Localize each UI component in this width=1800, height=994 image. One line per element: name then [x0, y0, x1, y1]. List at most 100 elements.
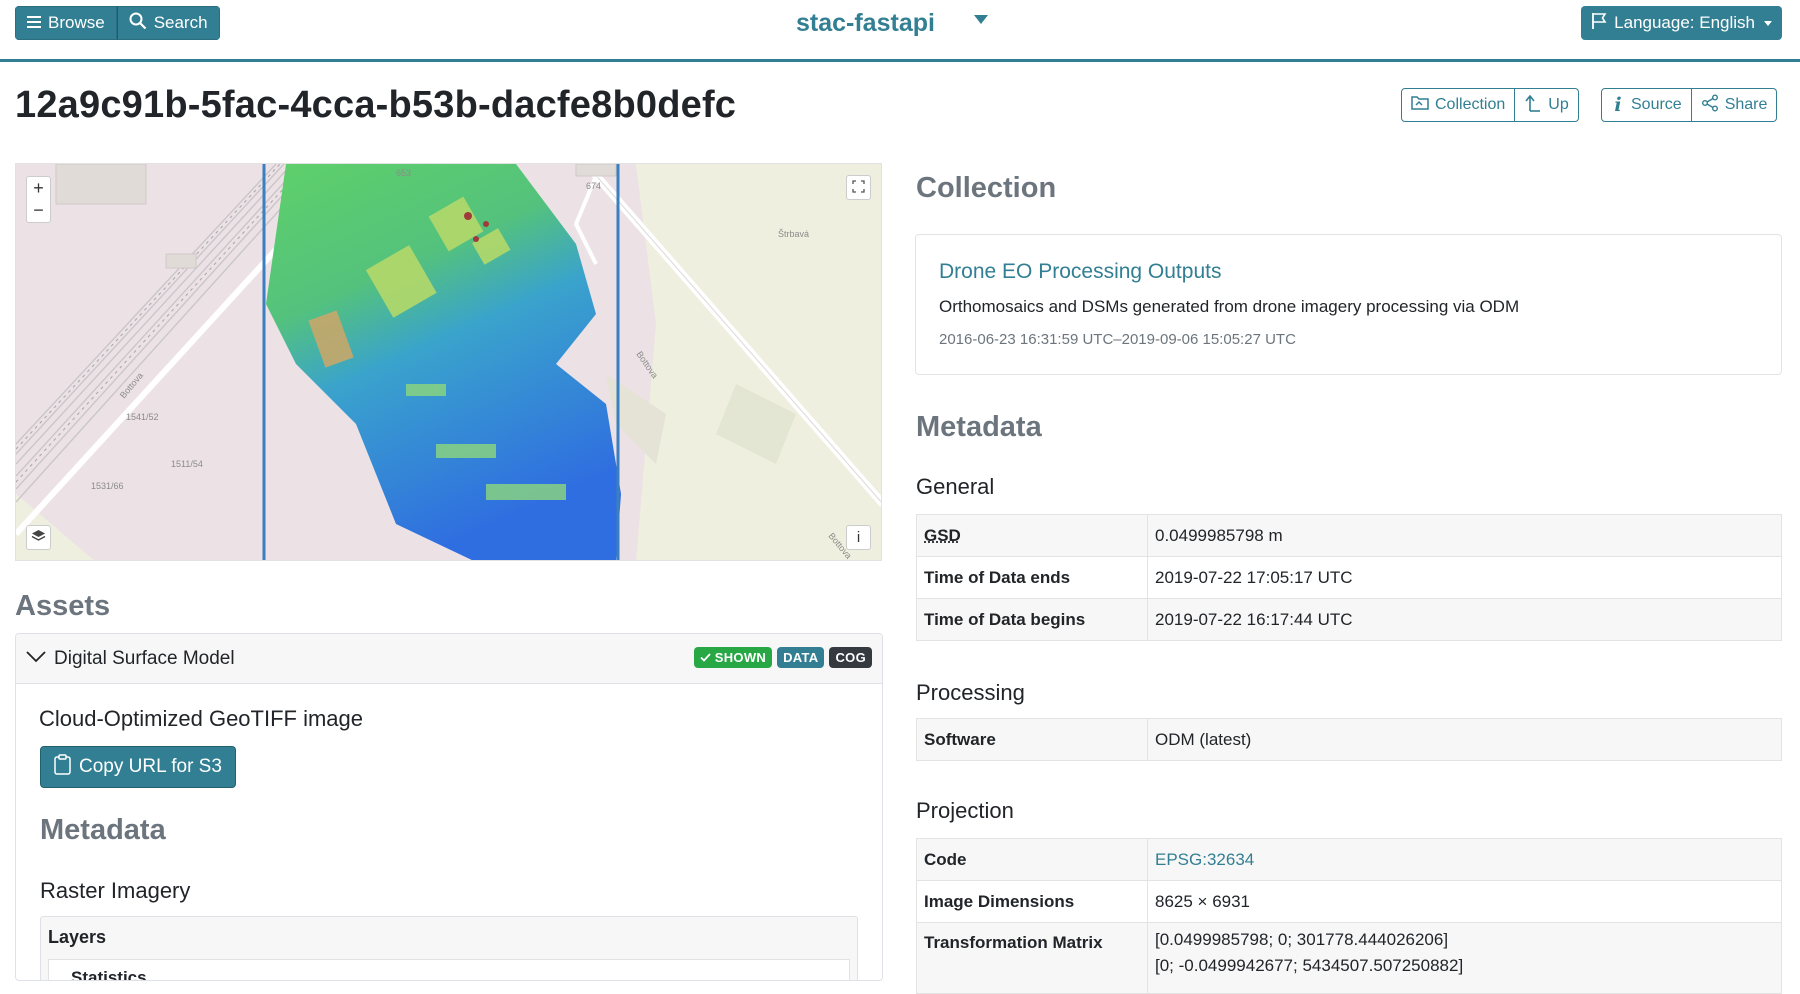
layers-inner-box: [48, 959, 850, 980]
map-view[interactable]: Štrbavá Bottova Bottova Bottova 653 674 …: [15, 163, 882, 561]
asset-metadata-heading: Metadata: [40, 814, 166, 846]
cog-badge: COG: [829, 647, 872, 668]
processing-table: Software ODM (latest): [916, 718, 1782, 761]
info-icon: i: [1614, 94, 1622, 116]
general-heading: General: [916, 474, 995, 499]
folder-icon: [1411, 95, 1429, 115]
matrix-row-2: [0; -0.0499942677; 5434507.507250882]: [1155, 956, 1464, 975]
share-nav-group: i Source Share: [1601, 88, 1778, 122]
map-label-parcel-3: 1541/52: [126, 412, 159, 422]
projection-heading: Projection: [916, 798, 1014, 823]
shown-badge[interactable]: SHOWN: [693, 647, 773, 668]
gsd-abbr: GSD: [924, 525, 961, 545]
up-label: Up: [1548, 96, 1569, 113]
shown-badge-label: SHOWN: [714, 650, 767, 665]
general-table: GSD 0.0499985798 m Time of Data ends 201…: [916, 514, 1782, 641]
asset-badges: SHOWN DATA COG: [693, 647, 872, 668]
time-end-key: Time of Data ends: [916, 556, 1148, 599]
assets-heading: Assets: [15, 590, 111, 622]
layers-button[interactable]: [26, 525, 51, 550]
data-role-badge: DATA: [777, 647, 825, 668]
share-button[interactable]: Share: [1691, 88, 1778, 122]
copy-url-s3-button[interactable]: Copy URL for S3: [40, 746, 236, 788]
menu-icon: [27, 13, 41, 33]
asset-title: Digital Surface Model: [54, 647, 235, 669]
collection-description: Orthomosaics and DSMs generated from dro…: [939, 297, 1520, 316]
statistics-label: Statistics: [71, 968, 147, 981]
collection-label: Collection: [1435, 96, 1506, 113]
collection-card: Drone EO Processing Outputs Orthomosaics…: [915, 234, 1782, 375]
table-row: Transformation Matrix [0.0499985798; 0; …: [916, 922, 1782, 994]
up-button[interactable]: Up: [1515, 88, 1579, 122]
projection-table: Code EPSG:32634 Image Dimensions 8625 × …: [916, 838, 1782, 994]
layers-label: Layers: [48, 927, 107, 947]
transformation-matrix-value: [0.0499985798; 0; 301778.444026206] [0; …: [1147, 922, 1782, 994]
software-value: ODM (latest): [1147, 718, 1782, 761]
clipboard-icon: [54, 753, 71, 781]
flag-icon: [1591, 12, 1607, 35]
chevron-down-icon: [1764, 20, 1772, 26]
map-label-parcel-2: 674: [586, 181, 601, 191]
table-row: GSD 0.0499985798 m: [916, 514, 1782, 557]
time-begin-key: Time of Data begins: [916, 598, 1148, 641]
asset-header[interactable]: Digital Surface Model SHOWN DATA COG: [16, 634, 882, 684]
table-row: Image Dimensions 8625 × 6931: [916, 880, 1782, 923]
code-key: Code: [916, 838, 1148, 881]
layers-icon: [31, 527, 46, 548]
attribution-info-button[interactable]: i: [846, 525, 871, 550]
fullscreen-button[interactable]: [846, 175, 871, 200]
source-button[interactable]: i Source: [1601, 88, 1692, 122]
browse-label: Browse: [48, 13, 105, 32]
asset-type-label: Cloud-Optimized GeoTIFF image: [39, 706, 363, 731]
map-label-parcel-5: 1531/66: [91, 481, 124, 491]
share-label: Share: [1724, 96, 1768, 113]
zoom-out-button[interactable]: −: [26, 199, 51, 223]
metadata-heading: Metadata: [916, 411, 1042, 443]
copy-url-label: Copy URL for S3: [79, 756, 222, 777]
collection-temporal-extent: 2016-06-23 16:31:59 UTC–2019-09-06 15:05…: [939, 331, 1296, 348]
collection-button[interactable]: Collection: [1401, 88, 1516, 122]
parent-nav-group: Collection Up: [1401, 88, 1579, 122]
catalog-title[interactable]: stac-fastapi: [796, 9, 935, 38]
nav-button-group: Browse Search: [15, 6, 220, 40]
table-row: Software ODM (latest): [916, 718, 1782, 761]
table-row: Code EPSG:32634: [916, 838, 1782, 881]
processing-heading: Processing: [916, 680, 1025, 705]
chevron-down-icon[interactable]: [26, 650, 46, 668]
table-row: Time of Data begins 2019-07-22 16:17:44 …: [916, 598, 1782, 641]
map-label-parcel-1: 653: [396, 168, 411, 178]
gsd-key: GSD: [916, 514, 1148, 557]
image-dimensions-key: Image Dimensions: [916, 880, 1148, 923]
search-label: Search: [153, 13, 208, 32]
image-dimensions-value: 8625 × 6931: [1147, 880, 1782, 923]
arrow-up-icon: [1524, 94, 1542, 117]
layers-table: Layers Statistics: [40, 916, 858, 981]
search-icon: [129, 12, 147, 35]
browse-button[interactable]: Browse: [15, 6, 117, 40]
transformation-matrix-key: Transformation Matrix: [916, 922, 1148, 994]
language-button[interactable]: Language: English: [1581, 6, 1782, 40]
collection-heading: Collection: [916, 172, 1057, 204]
gsd-value: 0.0499985798 m: [1147, 514, 1782, 557]
map-canvas[interactable]: Štrbavá Bottova Bottova Bottova 653 674 …: [16, 164, 882, 561]
fullscreen-icon: [852, 177, 865, 198]
page-title: 12a9c91b-5fac-4cca-b53b-dacfe8b0defc: [15, 84, 737, 126]
zoom-in-button[interactable]: +: [26, 176, 51, 201]
matrix-row-1: [0.0499985798; 0; 301778.444026206]: [1155, 930, 1449, 949]
raster-imagery-heading: Raster Imagery: [40, 878, 191, 903]
language-label: Language: English: [1614, 13, 1755, 32]
time-begin-value: 2019-07-22 16:17:44 UTC: [1147, 598, 1782, 641]
catalog-dropdown-caret-icon[interactable]: [974, 15, 988, 24]
code-value: EPSG:32634: [1147, 838, 1782, 881]
map-label-parcel-4: 1511/54: [171, 459, 203, 469]
epsg-link[interactable]: EPSG:32634: [1155, 850, 1254, 869]
check-icon: [700, 650, 711, 665]
table-row: Time of Data ends 2019-07-22 17:05:17 UT…: [916, 556, 1782, 599]
share-icon: [1701, 94, 1719, 117]
top-navbar: Browse Search stac-fastapi Language: Eng…: [0, 0, 1800, 62]
collection-link[interactable]: Drone EO Processing Outputs: [939, 260, 1221, 284]
search-button[interactable]: Search: [116, 6, 220, 40]
asset-card: Digital Surface Model SHOWN DATA COG Clo…: [15, 633, 883, 981]
map-label-street-1: Štrbavá: [778, 229, 809, 239]
software-key: Software: [916, 718, 1148, 761]
